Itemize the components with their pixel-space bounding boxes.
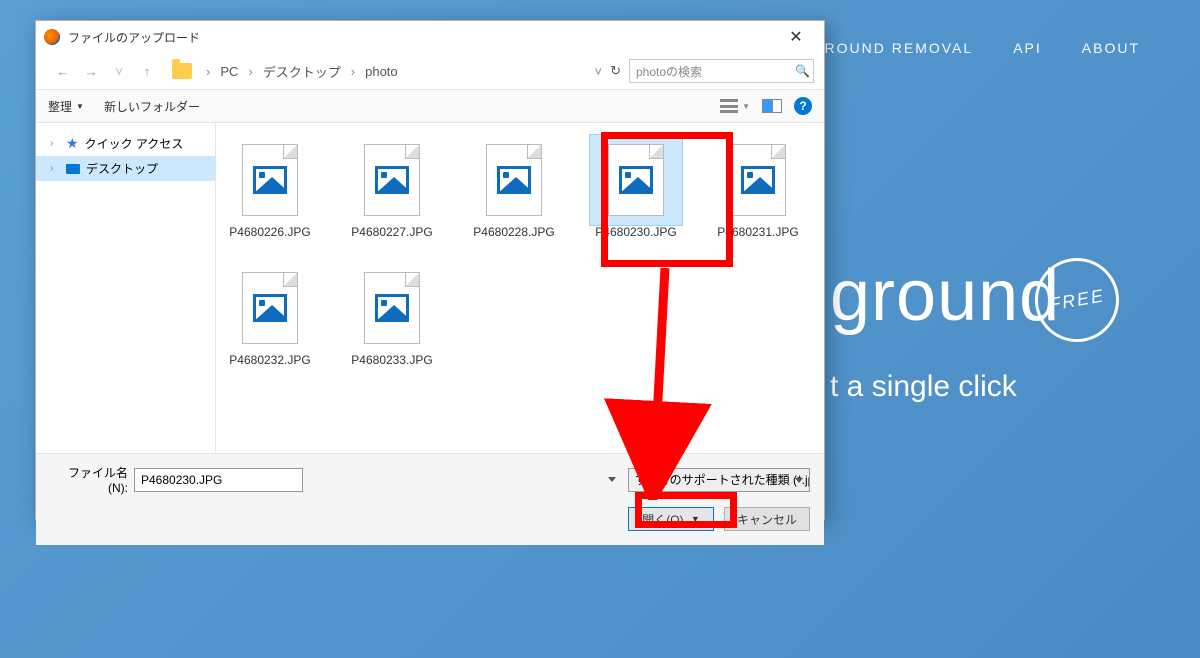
close-icon[interactable]: ✕ (776, 27, 816, 47)
nav-link[interactable]: GROUND REMOVAL (812, 40, 974, 56)
filename-label: ファイル名(N): (50, 464, 128, 495)
search-placeholder: photoの検索 (636, 63, 702, 80)
address-bar-row: ← → ˅ ↑ › PC › デスクトップ › photo ˅ ↻ photoの… (36, 53, 824, 89)
open-button[interactable]: 開く(O) ▼ (628, 507, 714, 531)
chevron-down-icon: ▼ (76, 102, 84, 111)
crumb-desktop[interactable]: デスクトップ (263, 62, 341, 81)
nav-link[interactable]: ABOUT (1082, 40, 1140, 56)
hero-heading: ground (830, 255, 1060, 337)
preview-pane-button[interactable] (762, 99, 782, 113)
desktop-icon (66, 164, 80, 174)
forward-icon[interactable]: → (80, 60, 102, 82)
hero-subtitle: t a single click (830, 370, 1017, 404)
filetype-select[interactable]: すべてのサポートされた種類 (*.jpg;* (628, 468, 810, 492)
sidebar-item-label: デスクトップ (86, 160, 158, 177)
view-mode-button[interactable]: ▼ (720, 99, 750, 113)
file-item[interactable]: P4680233.JPG (346, 263, 438, 367)
file-item[interactable]: P4680227.JPG (346, 135, 438, 239)
sidebar: › ★ クイック アクセス › デスクトップ (36, 123, 216, 453)
chevron-right-icon: › (50, 138, 60, 149)
chevron-down-icon[interactable]: ˅ (595, 64, 603, 79)
file-name: P4680233.JPG (346, 353, 438, 367)
file-name: P4680231.JPG (712, 225, 804, 239)
file-item[interactable]: P4680232.JPG (224, 263, 316, 367)
chevron-right-icon: › (351, 64, 355, 79)
file-list[interactable]: P4680226.JPG P4680227.JPG P4680228.JPG P468… (216, 123, 824, 453)
back-icon[interactable]: ← (52, 60, 74, 82)
file-name: P4680228.JPG (468, 225, 560, 239)
file-name: P4680227.JPG (346, 225, 438, 239)
file-item[interactable]: P4680226.JPG (224, 135, 316, 239)
toolbar: 整理 ▼ 新しいフォルダー ▼ ? (36, 89, 824, 123)
chevron-right-icon: › (206, 64, 210, 79)
chevron-right-icon: › (50, 163, 60, 174)
dialog-title: ファイルのアップロード (68, 29, 200, 46)
up-icon[interactable]: ↑ (136, 60, 158, 82)
filename-input[interactable] (134, 468, 303, 492)
firefox-icon (44, 29, 60, 45)
crumb-folder[interactable]: photo (365, 64, 398, 79)
search-icon: 🔍 (795, 64, 809, 78)
titlebar: ファイルのアップロード ✕ (36, 21, 824, 53)
cancel-button[interactable]: キャンセル (724, 507, 810, 531)
dialog-footer: ファイル名(N): すべてのサポートされた種類 (*.jpg;* 開く(O) ▼… (36, 453, 824, 545)
file-upload-dialog: ファイルのアップロード ✕ ← → ˅ ↑ › PC › デスクトップ › ph… (35, 20, 825, 520)
refresh-icon[interactable]: ↻ (610, 63, 621, 79)
sidebar-item-quick-access[interactable]: › ★ クイック アクセス (36, 131, 215, 156)
sidebar-item-label: クイック アクセス (85, 135, 184, 152)
file-item[interactable]: P4680228.JPG (468, 135, 560, 239)
file-name: P4680230.JPG (590, 225, 682, 239)
star-icon: ★ (66, 135, 79, 152)
file-item[interactable]: P4680231.JPG (712, 135, 804, 239)
chevron-right-icon: › (248, 64, 252, 79)
site-nav: GROUND REMOVAL API ABOUT (812, 40, 1140, 56)
new-folder-button[interactable]: 新しいフォルダー (104, 98, 200, 115)
chevron-down-icon: ▼ (742, 102, 750, 111)
file-item[interactable]: P4680230.JPG (590, 135, 682, 239)
file-name: P4680232.JPG (224, 353, 316, 367)
nav-link[interactable]: API (1013, 40, 1042, 56)
sidebar-item-desktop[interactable]: › デスクトップ (36, 156, 215, 181)
folder-icon (172, 63, 192, 79)
chevron-down-icon[interactable]: ˅ (108, 60, 130, 82)
help-icon[interactable]: ? (794, 97, 812, 115)
organize-button[interactable]: 整理 ▼ (48, 98, 84, 115)
search-input[interactable]: photoの検索 🔍 (629, 59, 814, 83)
crumb-pc[interactable]: PC (220, 64, 238, 79)
file-name: P4680226.JPG (224, 225, 316, 239)
